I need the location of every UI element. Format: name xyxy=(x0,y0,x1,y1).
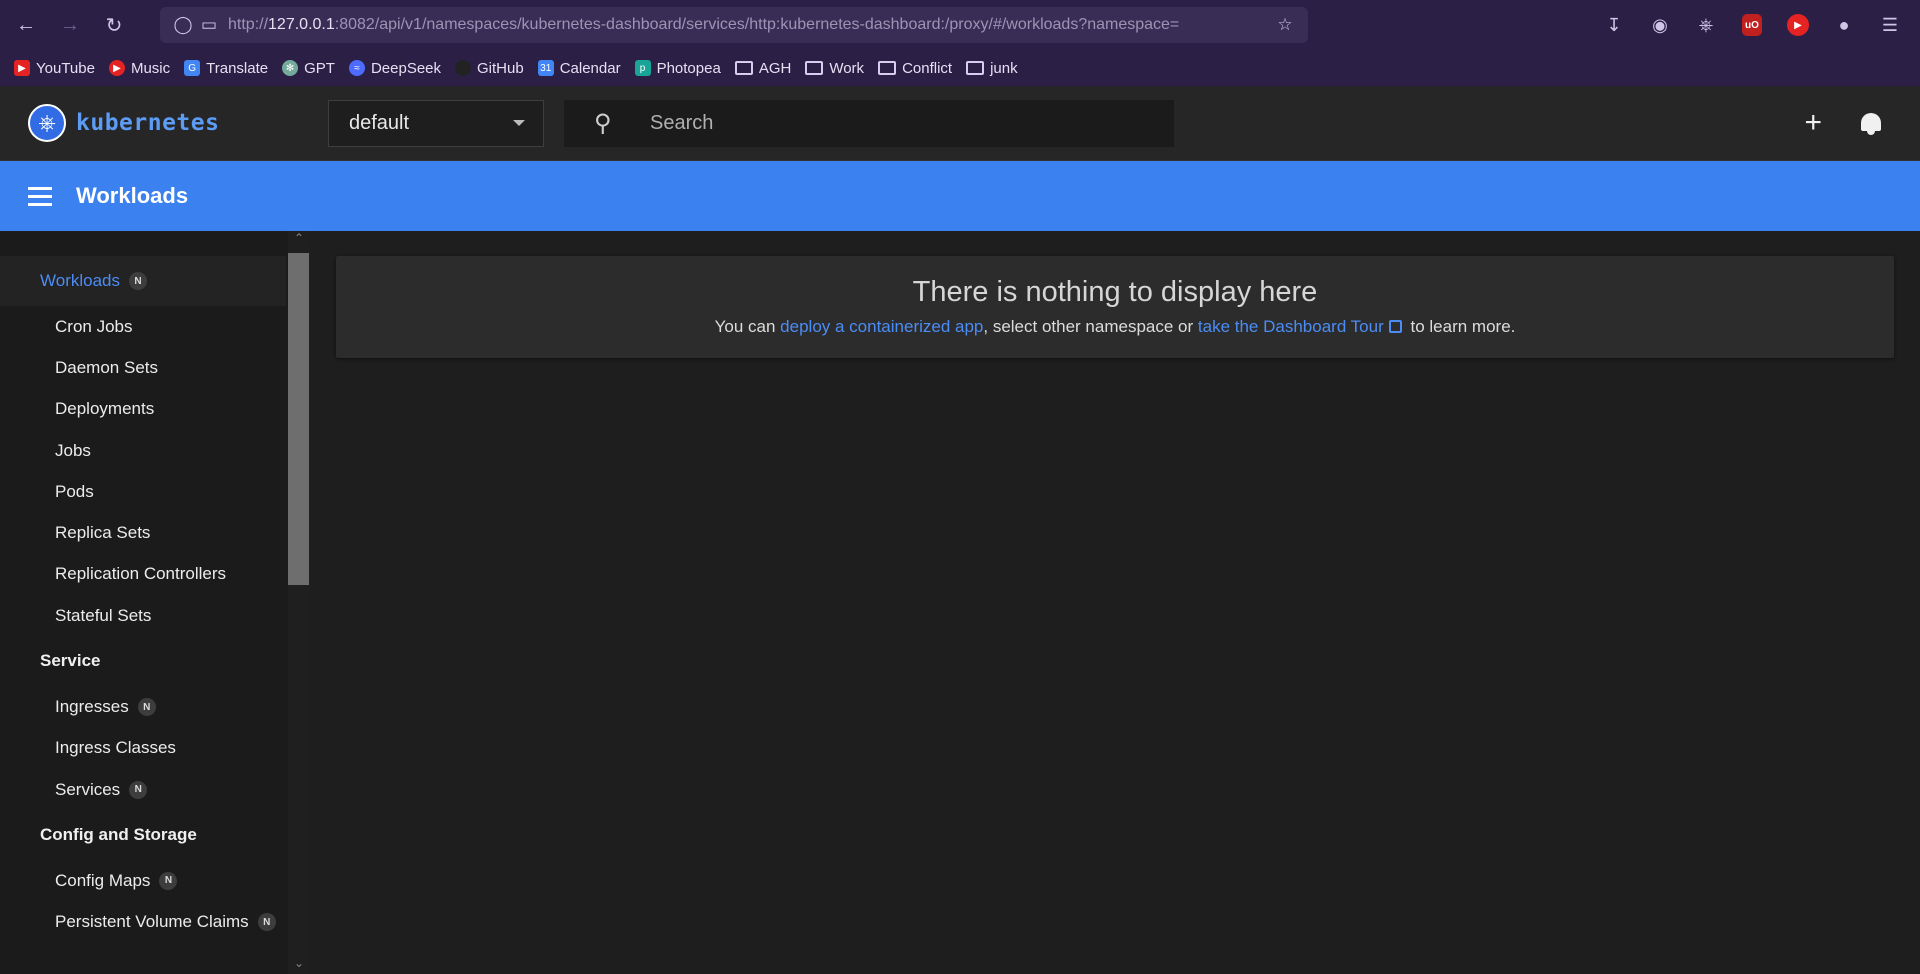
sidebar-item-persistent-volume-claims[interactable]: Persistent Volume Claims N xyxy=(0,902,286,943)
brand[interactable]: ⎈ kubernetes xyxy=(0,104,328,142)
sidebar-item-deployments[interactable]: Deployments xyxy=(0,389,286,430)
sidebar-item-replication-controllers[interactable]: Replication Controllers xyxy=(0,554,286,595)
namespaced-badge: N xyxy=(129,780,148,799)
namespace-selector[interactable]: default xyxy=(328,99,544,147)
youtube-icon: ▶ xyxy=(14,60,30,76)
folder-icon xyxy=(734,61,753,75)
sidebar-section-service[interactable]: Service xyxy=(0,636,286,686)
content-area: Workloads N Cron Jobs Daemon Sets Deploy… xyxy=(0,231,1920,974)
photopea-icon: p xyxy=(634,60,651,76)
page-icon: ▭ xyxy=(200,15,218,34)
account-icon[interactable]: ◉ xyxy=(1644,9,1676,41)
scroll-up-arrow-icon[interactable]: ⌃ xyxy=(288,231,310,249)
ublock-icon[interactable]: uO xyxy=(1736,9,1768,41)
dropdown-caret-icon xyxy=(513,120,525,126)
downloads-icon[interactable]: ↧ xyxy=(1598,9,1630,41)
folder-icon xyxy=(966,61,985,75)
bookmark-github[interactable]: GitHub xyxy=(455,60,524,77)
bookmarks-bar: ▶ YouTube ▶ Music G Translate ✻ GPT ≈ DeepSee… xyxy=(0,50,1920,86)
bookmark-youtube[interactable]: ▶ YouTube xyxy=(14,60,95,77)
sidebar-item-config-maps[interactable]: Config Maps N xyxy=(0,860,286,901)
sidebar-item-cron-jobs[interactable]: Cron Jobs xyxy=(0,306,286,347)
title-bar: Workloads xyxy=(0,161,1920,231)
extensions-icon[interactable]: ⎈ xyxy=(1690,9,1722,41)
music-icon: ▶ xyxy=(108,60,125,76)
shield-icon[interactable]: ◯ xyxy=(170,15,196,35)
bookmark-deepseek[interactable]: ≈ DeepSeek xyxy=(348,60,441,77)
bookmark-star-icon[interactable]: ☆ xyxy=(1272,15,1298,35)
sidebar-item-ingresses[interactable]: Ingresses N xyxy=(0,686,286,727)
sidebar-item-pods[interactable]: Pods xyxy=(0,471,286,512)
sidebar-scrollbar[interactable]: ⌃ ⌄ xyxy=(288,231,310,974)
sidebar-nav: Workloads N Cron Jobs Daemon Sets Deploy… xyxy=(0,231,286,943)
sidebar-item-ingress-classes[interactable]: Ingress Classes xyxy=(0,728,286,769)
address-bar[interactable]: ◯ ▭ http://127.0.0.1:8082/api/v1/namespa… xyxy=(160,7,1308,43)
bookmark-folder-conflict[interactable]: Conflict xyxy=(878,60,952,77)
kubernetes-logo-icon: ⎈ xyxy=(28,104,66,142)
sidebar: Workloads N Cron Jobs Daemon Sets Deploy… xyxy=(0,231,310,974)
cookie-extension-icon[interactable]: ● xyxy=(1828,9,1860,41)
bookmark-folder-agh[interactable]: AGH xyxy=(734,60,791,77)
sidebar-section-workloads[interactable]: Workloads N xyxy=(0,256,286,306)
browser-toolbar: ← → ↻ ◯ ▭ http://127.0.0.1:8082/api/v1/n… xyxy=(0,0,1920,50)
bookmark-calendar[interactable]: 31 Calendar xyxy=(537,60,621,77)
deepseek-icon: ≈ xyxy=(348,60,365,76)
sidebar-item-daemon-sets[interactable]: Daemon Sets xyxy=(0,347,286,388)
namespaced-badge: N xyxy=(137,698,156,717)
sidebar-section-config-storage[interactable]: Config and Storage xyxy=(0,810,286,860)
bookmark-music[interactable]: ▶ Music xyxy=(108,60,170,77)
create-plus-icon[interactable]: + xyxy=(1804,108,1822,138)
bookmark-folder-junk[interactable]: junk xyxy=(966,60,1018,77)
translate-icon: G xyxy=(184,60,201,76)
scroll-down-arrow-icon[interactable]: ⌄ xyxy=(288,956,310,974)
scrollbar-thumb[interactable] xyxy=(288,253,309,585)
namespaced-badge: N xyxy=(159,871,178,890)
deploy-app-link[interactable]: deploy a containerized app xyxy=(780,317,983,336)
empty-state-card: There is nothing to display here You can… xyxy=(336,256,1894,358)
external-link-icon[interactable] xyxy=(1388,320,1402,333)
back-arrow-icon[interactable]: ← xyxy=(8,7,44,43)
reload-icon[interactable]: ↻ xyxy=(96,7,132,43)
toolbar-actions: ↧ ◉ ⎈ uO ▶ ● ☰ xyxy=(1598,9,1912,41)
github-icon xyxy=(455,60,472,76)
dashboard-tour-link[interactable]: take the Dashboard Tour xyxy=(1198,317,1384,336)
empty-state-title: There is nothing to display here xyxy=(912,276,1318,308)
bookmark-folder-work[interactable]: Work xyxy=(805,60,864,77)
youtube-extension-icon[interactable]: ▶ xyxy=(1782,9,1814,41)
forward-arrow-icon[interactable]: → xyxy=(52,7,88,43)
namespaced-badge: N xyxy=(129,272,147,290)
openai-icon: ✻ xyxy=(282,60,299,76)
bookmark-photopea[interactable]: p Photopea xyxy=(634,60,721,77)
app-header: ⎈ kubernetes default ⚲ + xyxy=(0,86,1920,161)
sidebar-item-replica-sets[interactable]: Replica Sets xyxy=(0,512,286,553)
empty-state-description: You can deploy a containerized app, sele… xyxy=(714,317,1516,336)
sidebar-item-stateful-sets[interactable]: Stateful Sets xyxy=(0,595,286,636)
page-title: Workloads xyxy=(76,183,189,208)
namespace-value: default xyxy=(349,111,410,134)
header-actions: + xyxy=(1804,108,1920,138)
notifications-bell-icon[interactable] xyxy=(1860,111,1882,135)
search-input[interactable] xyxy=(650,111,1130,135)
brand-name: kubernetes xyxy=(76,110,220,136)
namespaced-badge: N xyxy=(257,913,276,932)
hamburger-menu-icon[interactable] xyxy=(28,186,52,206)
search-box: ⚲ xyxy=(564,99,1174,147)
sidebar-item-services[interactable]: Services N xyxy=(0,769,286,810)
search-icon: ⚲ xyxy=(594,109,612,137)
folder-icon xyxy=(878,61,897,75)
bookmark-translate[interactable]: G Translate xyxy=(184,60,268,77)
url-text[interactable]: http://127.0.0.1:8082/api/v1/namespaces/… xyxy=(228,16,1272,34)
calendar-icon: 31 xyxy=(537,60,554,76)
sidebar-item-jobs[interactable]: Jobs xyxy=(0,430,286,471)
bookmark-gpt[interactable]: ✻ GPT xyxy=(282,60,335,77)
browser-chrome: ← → ↻ ◯ ▭ http://127.0.0.1:8082/api/v1/n… xyxy=(0,0,1920,86)
menu-icon[interactable]: ☰ xyxy=(1874,9,1906,41)
main-panel: There is nothing to display here You can… xyxy=(310,231,1920,974)
folder-icon xyxy=(805,61,824,75)
